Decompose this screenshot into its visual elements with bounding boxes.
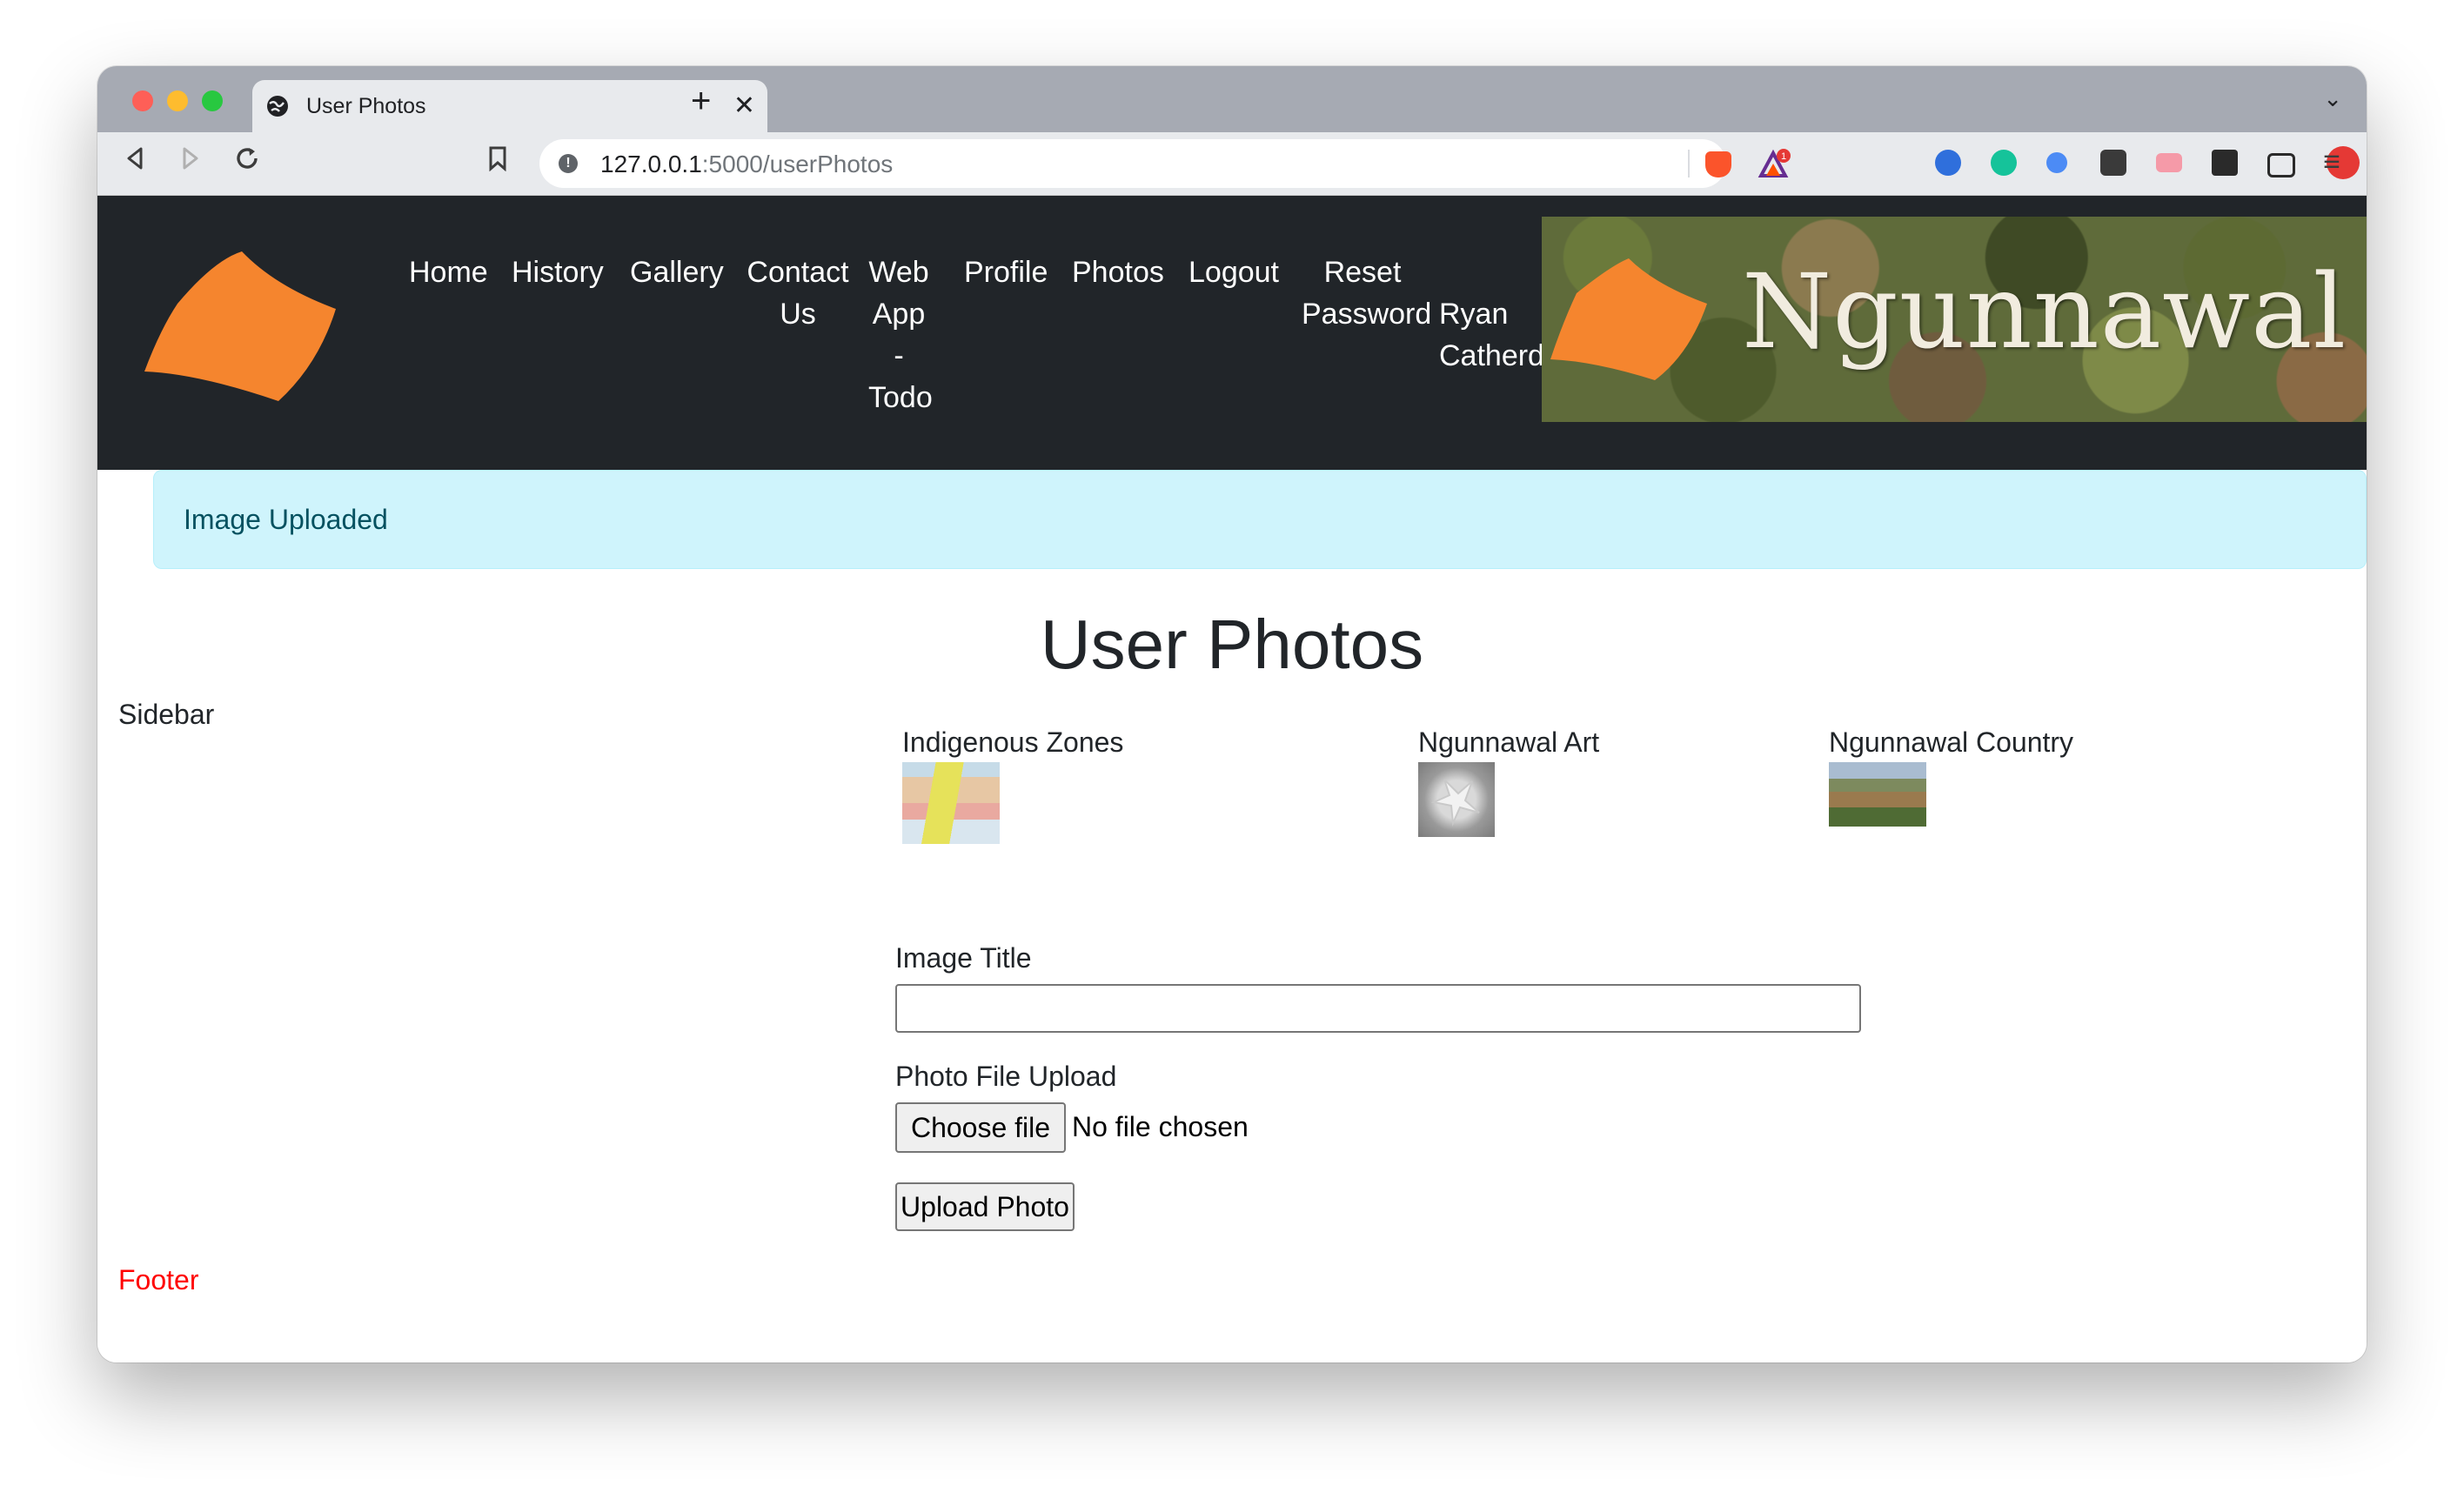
menu-icon[interactable]: ≡ <box>2323 146 2340 177</box>
nav-reset-line2: Password <box>1302 298 1432 331</box>
forward-arrow-icon <box>183 147 198 170</box>
photo-thumbnail-ngunnawal-art[interactable] <box>1418 762 1495 837</box>
footer: Footer <box>118 1264 199 1295</box>
photo-card[interactable]: Ngunnawal Country <box>1829 726 2073 827</box>
extension-blue-dot-icon[interactable] <box>2046 152 2067 173</box>
photo-file-upload-label: Photo File Upload <box>895 1061 1117 1092</box>
alert-message: Image Uploaded <box>184 504 388 535</box>
nav-gallery[interactable]: Gallery <box>630 251 724 293</box>
banner-text: Ngunnawal <box>1742 251 2347 372</box>
close-tab-icon[interactable]: ✕ <box>733 90 755 122</box>
nav-contact-us[interactable]: Contact Us <box>746 251 850 335</box>
image-title-label: Image Title <box>895 942 1032 974</box>
tab-search-chevron-icon[interactable]: ⌄ <box>2323 85 2342 112</box>
back-button[interactable] <box>124 144 146 179</box>
file-status-text: No file chosen <box>1072 1111 1249 1142</box>
new-tab-button[interactable]: + <box>691 82 711 120</box>
minimize-window-button[interactable] <box>167 90 188 111</box>
nav-reset-line1: Reset <box>1323 256 1402 289</box>
back-arrow-icon <box>127 147 143 170</box>
url-host: 127.0.0.1 <box>600 151 702 177</box>
extensions-puzzle-icon[interactable] <box>2212 150 2238 176</box>
close-window-button[interactable] <box>132 90 153 111</box>
globe-icon <box>267 96 288 117</box>
bookmark-icon <box>489 146 506 172</box>
brave-shields-icon[interactable] <box>1705 151 1731 177</box>
tab-bar: User Photos ✕ + ⌄ <box>97 66 2367 132</box>
page-viewport: Home History Gallery Contact Us Web App … <box>97 196 2367 1362</box>
photo-title: Indigenous Zones <box>902 726 1124 758</box>
nav-webapp-line4: Todo <box>868 381 933 414</box>
rewards-badge-count: 1 <box>1781 151 1786 162</box>
photo-card[interactable]: Ngunnawal Art <box>1418 726 1599 837</box>
nav-user-line2: Catherd <box>1439 339 1544 372</box>
address-bar[interactable]: ! 127.0.0.1:5000/userPhotos 1 <box>539 139 1791 188</box>
url-text: 127.0.0.1:5000/userPhotos <box>600 151 893 178</box>
nav-webapp-line1: Web <box>868 256 929 289</box>
photo-card[interactable]: Indigenous Zones <box>902 726 1123 844</box>
bookmark-button[interactable] <box>487 144 508 179</box>
photo-thumbnail-indigenous-zones[interactable] <box>902 762 1000 844</box>
photo-title: Ngunnawal Country <box>1829 726 2074 758</box>
photo-thumbnail-ngunnawal-country[interactable] <box>1829 762 1926 827</box>
upload-photo-button[interactable]: Upload Photo <box>895 1182 1075 1231</box>
wallet-icon[interactable] <box>2267 153 2295 177</box>
nav-home[interactable]: Home <box>409 251 488 293</box>
sidebar: Sidebar <box>118 699 215 730</box>
nav-photos[interactable]: Photos <box>1072 251 1164 293</box>
site-logo[interactable] <box>144 251 345 401</box>
nav-webapp-line3: - <box>894 339 904 372</box>
address-bar-divider <box>1688 150 1690 177</box>
url-path: :5000/userPhotos <box>701 151 894 177</box>
nav-profile[interactable]: Profile <box>964 251 1048 293</box>
nav-user-name: Ryan Catherd <box>1439 293 1544 377</box>
forward-button[interactable] <box>179 144 202 179</box>
nav-reset-password[interactable]: Reset Password <box>1302 251 1432 335</box>
site-info-icon[interactable]: ! <box>559 154 578 173</box>
reload-icon <box>237 148 258 169</box>
photo-title: Ngunnawal Art <box>1418 726 1600 758</box>
extension-grammarly-icon[interactable] <box>1991 150 2017 176</box>
upload-success-alert: Image Uploaded <box>153 470 2367 569</box>
reload-button[interactable] <box>233 144 261 180</box>
maximize-window-button[interactable] <box>202 90 223 111</box>
browser-window: User Photos ✕ + ⌄ ! 127.0.0.1:5000/userP… <box>97 66 2367 1362</box>
banner-logo <box>1550 258 1707 380</box>
extension-record-icon[interactable] <box>2156 153 2182 172</box>
nav-webapp-line2: App <box>872 298 926 331</box>
site-header: Home History Gallery Contact Us Web App … <box>97 196 2367 470</box>
ngunnawal-banner: Ngunnawal <box>1542 217 2367 422</box>
brave-rewards-icon[interactable]: 1 <box>1758 148 1792 179</box>
choose-file-button[interactable]: Choose file <box>895 1102 1066 1153</box>
nav-contact-line2: Us <box>780 298 816 331</box>
art-figure-graphic <box>1430 779 1480 827</box>
image-title-input[interactable] <box>895 984 1861 1033</box>
nav-logout[interactable]: Logout <box>1188 251 1279 293</box>
tab-title: User Photos <box>306 94 426 118</box>
nav-web-app-todo[interactable]: Web App - Todo <box>868 251 933 418</box>
extension-cube-icon[interactable] <box>2100 150 2126 176</box>
extension-1password-icon[interactable] <box>1935 150 1961 176</box>
page-title: User Photos <box>1040 606 1424 683</box>
nav-history[interactable]: History <box>512 251 604 293</box>
nav-contact-line1: Contact <box>747 256 849 289</box>
nav-user-line1: Ryan <box>1439 298 1509 331</box>
